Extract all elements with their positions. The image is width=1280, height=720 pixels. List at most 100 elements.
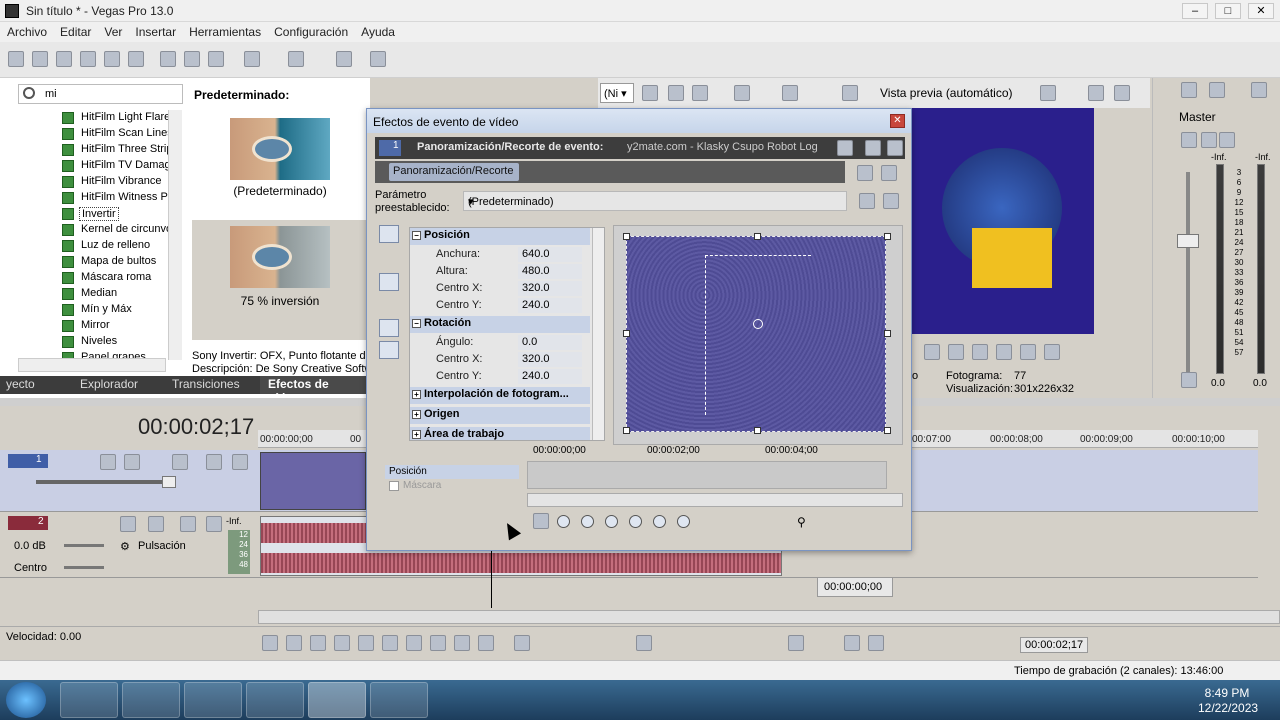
fx-item[interactable]: HitFilm TV Damage <box>62 158 182 174</box>
menu-ayuda[interactable]: Ayuda <box>354 22 401 39</box>
explorer-taskbar-icon[interactable] <box>122 682 180 718</box>
crosshair-icon[interactable] <box>379 365 399 383</box>
move-icon[interactable] <box>379 297 399 315</box>
undo-icon[interactable] <box>244 51 260 67</box>
open-icon[interactable] <box>32 51 48 67</box>
fx-item[interactable]: Kernel de circunvol <box>62 222 182 238</box>
kf-scrollbar[interactable] <box>527 493 903 507</box>
sync-cursor-icon[interactable] <box>533 513 549 529</box>
vegas-render-taskbar-icon[interactable] <box>370 682 428 718</box>
prop-value[interactable]: 320.0 <box>518 352 582 367</box>
prev-frame-icon[interactable] <box>454 635 470 651</box>
chrome-taskbar-icon[interactable] <box>60 682 118 718</box>
volume-slider[interactable] <box>64 544 104 547</box>
resize-handle[interactable] <box>884 427 891 434</box>
track-compositing-icon[interactable] <box>124 454 140 470</box>
fx-item[interactable]: HitFilm Scan Lines <box>62 126 182 142</box>
pan-slider[interactable] <box>64 566 104 569</box>
master-fx-chain-icon[interactable] <box>1181 132 1197 148</box>
rewind-icon[interactable] <box>1020 344 1036 360</box>
lock-icon[interactable]: ⚲ <box>797 515 806 529</box>
pan-crop-workspace[interactable] <box>613 225 903 445</box>
section-interpolation[interactable]: + Interpolación de fotogram... <box>410 387 590 404</box>
section-position[interactable]: − Posición <box>410 228 590 245</box>
menu-editar[interactable]: Editar <box>53 22 97 39</box>
stop-icon[interactable] <box>948 344 964 360</box>
fx-item[interactable]: HitFilm Vibrance <box>62 174 182 190</box>
timeline-hscrollbar[interactable] <box>258 610 1280 624</box>
loop-icon[interactable] <box>286 635 302 651</box>
master-mute-icon[interactable] <box>1201 132 1217 148</box>
resize-handle[interactable] <box>884 330 891 337</box>
tab-proyecto[interactable]: yecto <box>6 376 35 394</box>
master-solo-icon[interactable] <box>1219 132 1235 148</box>
resize-handle[interactable] <box>623 233 630 240</box>
aspect-icon[interactable] <box>379 341 399 359</box>
save-icon[interactable] <box>56 51 72 67</box>
marker-icon[interactable] <box>788 635 804 651</box>
close-x-icon[interactable] <box>692 85 708 101</box>
fx-item[interactable]: HitFilm Three Strip <box>62 142 182 158</box>
fx-plugin-tag[interactable]: Panoramización/Recorte <box>389 163 520 181</box>
next-keyframe-icon[interactable] <box>605 515 618 528</box>
fx-item[interactable]: Mín y Máx <box>62 302 182 318</box>
fx-item[interactable]: Niveles <box>62 334 182 350</box>
prop-value[interactable]: 0.0 <box>518 335 582 350</box>
forward-icon[interactable] <box>1044 344 1060 360</box>
prop-value[interactable]: 320.0 <box>518 281 582 296</box>
kf-row-mask[interactable]: Máscara <box>385 479 519 493</box>
menu-herramientas[interactable]: Herramientas <box>182 22 267 39</box>
normal-edit-tool-icon[interactable] <box>514 635 530 651</box>
add-keyframe-icon[interactable] <box>653 515 666 528</box>
remove-plugin-icon[interactable] <box>881 165 897 181</box>
auto-crossfade-icon[interactable] <box>868 635 884 651</box>
last-keyframe-icon[interactable] <box>629 515 642 528</box>
master-properties-icon[interactable] <box>1181 82 1197 98</box>
next-frame-icon[interactable] <box>478 635 494 651</box>
preview-mode-label[interactable]: Vista previa (automático) <box>880 86 1013 100</box>
close-button[interactable]: ✕ <box>1248 3 1274 19</box>
fx-item[interactable]: Máscara roma <box>62 270 182 286</box>
preset-tile-default[interactable]: (Predeterminado) <box>192 108 368 218</box>
minimize-button[interactable]: – <box>1182 3 1208 19</box>
track-fx-icon[interactable] <box>148 516 164 532</box>
track-motion-icon[interactable] <box>100 454 116 470</box>
track-opacity-handle[interactable] <box>162 476 176 488</box>
prop-value[interactable]: 240.0 <box>518 298 582 313</box>
master-menu-icon[interactable] <box>1251 82 1267 98</box>
tab-efectos-video[interactable]: Efectos de vídeo <box>260 376 370 405</box>
next-frame-icon[interactable] <box>996 344 1012 360</box>
delete-keyframe-icon[interactable] <box>677 515 690 528</box>
fx-item[interactable]: Median <box>62 286 182 302</box>
computer-taskbar-icon[interactable] <box>184 682 242 718</box>
split-screen-icon[interactable] <box>734 85 750 101</box>
track-mode[interactable]: Pulsación <box>138 540 186 552</box>
prop-value[interactable]: 480.0 <box>518 264 582 279</box>
video-event[interactable] <box>260 452 366 510</box>
fx-list-hscrollbar[interactable] <box>18 358 166 372</box>
copy-icon[interactable] <box>184 51 200 67</box>
copy-frame-icon[interactable] <box>1088 85 1104 101</box>
fx-icon[interactable] <box>642 85 658 101</box>
resize-handle[interactable] <box>754 233 761 240</box>
pause-icon[interactable] <box>358 635 374 651</box>
solo-icon[interactable] <box>232 454 248 470</box>
play-from-start-icon[interactable] <box>310 635 326 651</box>
prev-frame-icon[interactable] <box>972 344 988 360</box>
end-time-field[interactable]: 00:00:02;17 <box>1020 637 1089 653</box>
crop-frame[interactable] <box>626 236 886 432</box>
delete-preset-icon[interactable] <box>883 193 899 209</box>
properties-scrollbar[interactable] <box>592 228 604 440</box>
master-lock-icon[interactable] <box>1181 372 1197 388</box>
track-fx-icon[interactable] <box>172 454 188 470</box>
kf-track[interactable] <box>527 461 887 489</box>
menu-archivo[interactable]: Archivo <box>0 22 53 39</box>
fx-search-input[interactable]: mi <box>18 84 183 104</box>
prev-keyframe-icon[interactable] <box>581 515 594 528</box>
play-icon[interactable] <box>334 635 350 651</box>
kf-timecode-field[interactable]: 00:00:00;00 <box>817 577 893 597</box>
prop-value[interactable]: 640.0 <box>518 247 582 262</box>
save-frame-icon[interactable] <box>1114 85 1130 101</box>
kf-ruler[interactable]: 00:00:00;00 00:00:02;00 00:00:04;00 <box>527 445 903 459</box>
stop-icon[interactable] <box>382 635 398 651</box>
